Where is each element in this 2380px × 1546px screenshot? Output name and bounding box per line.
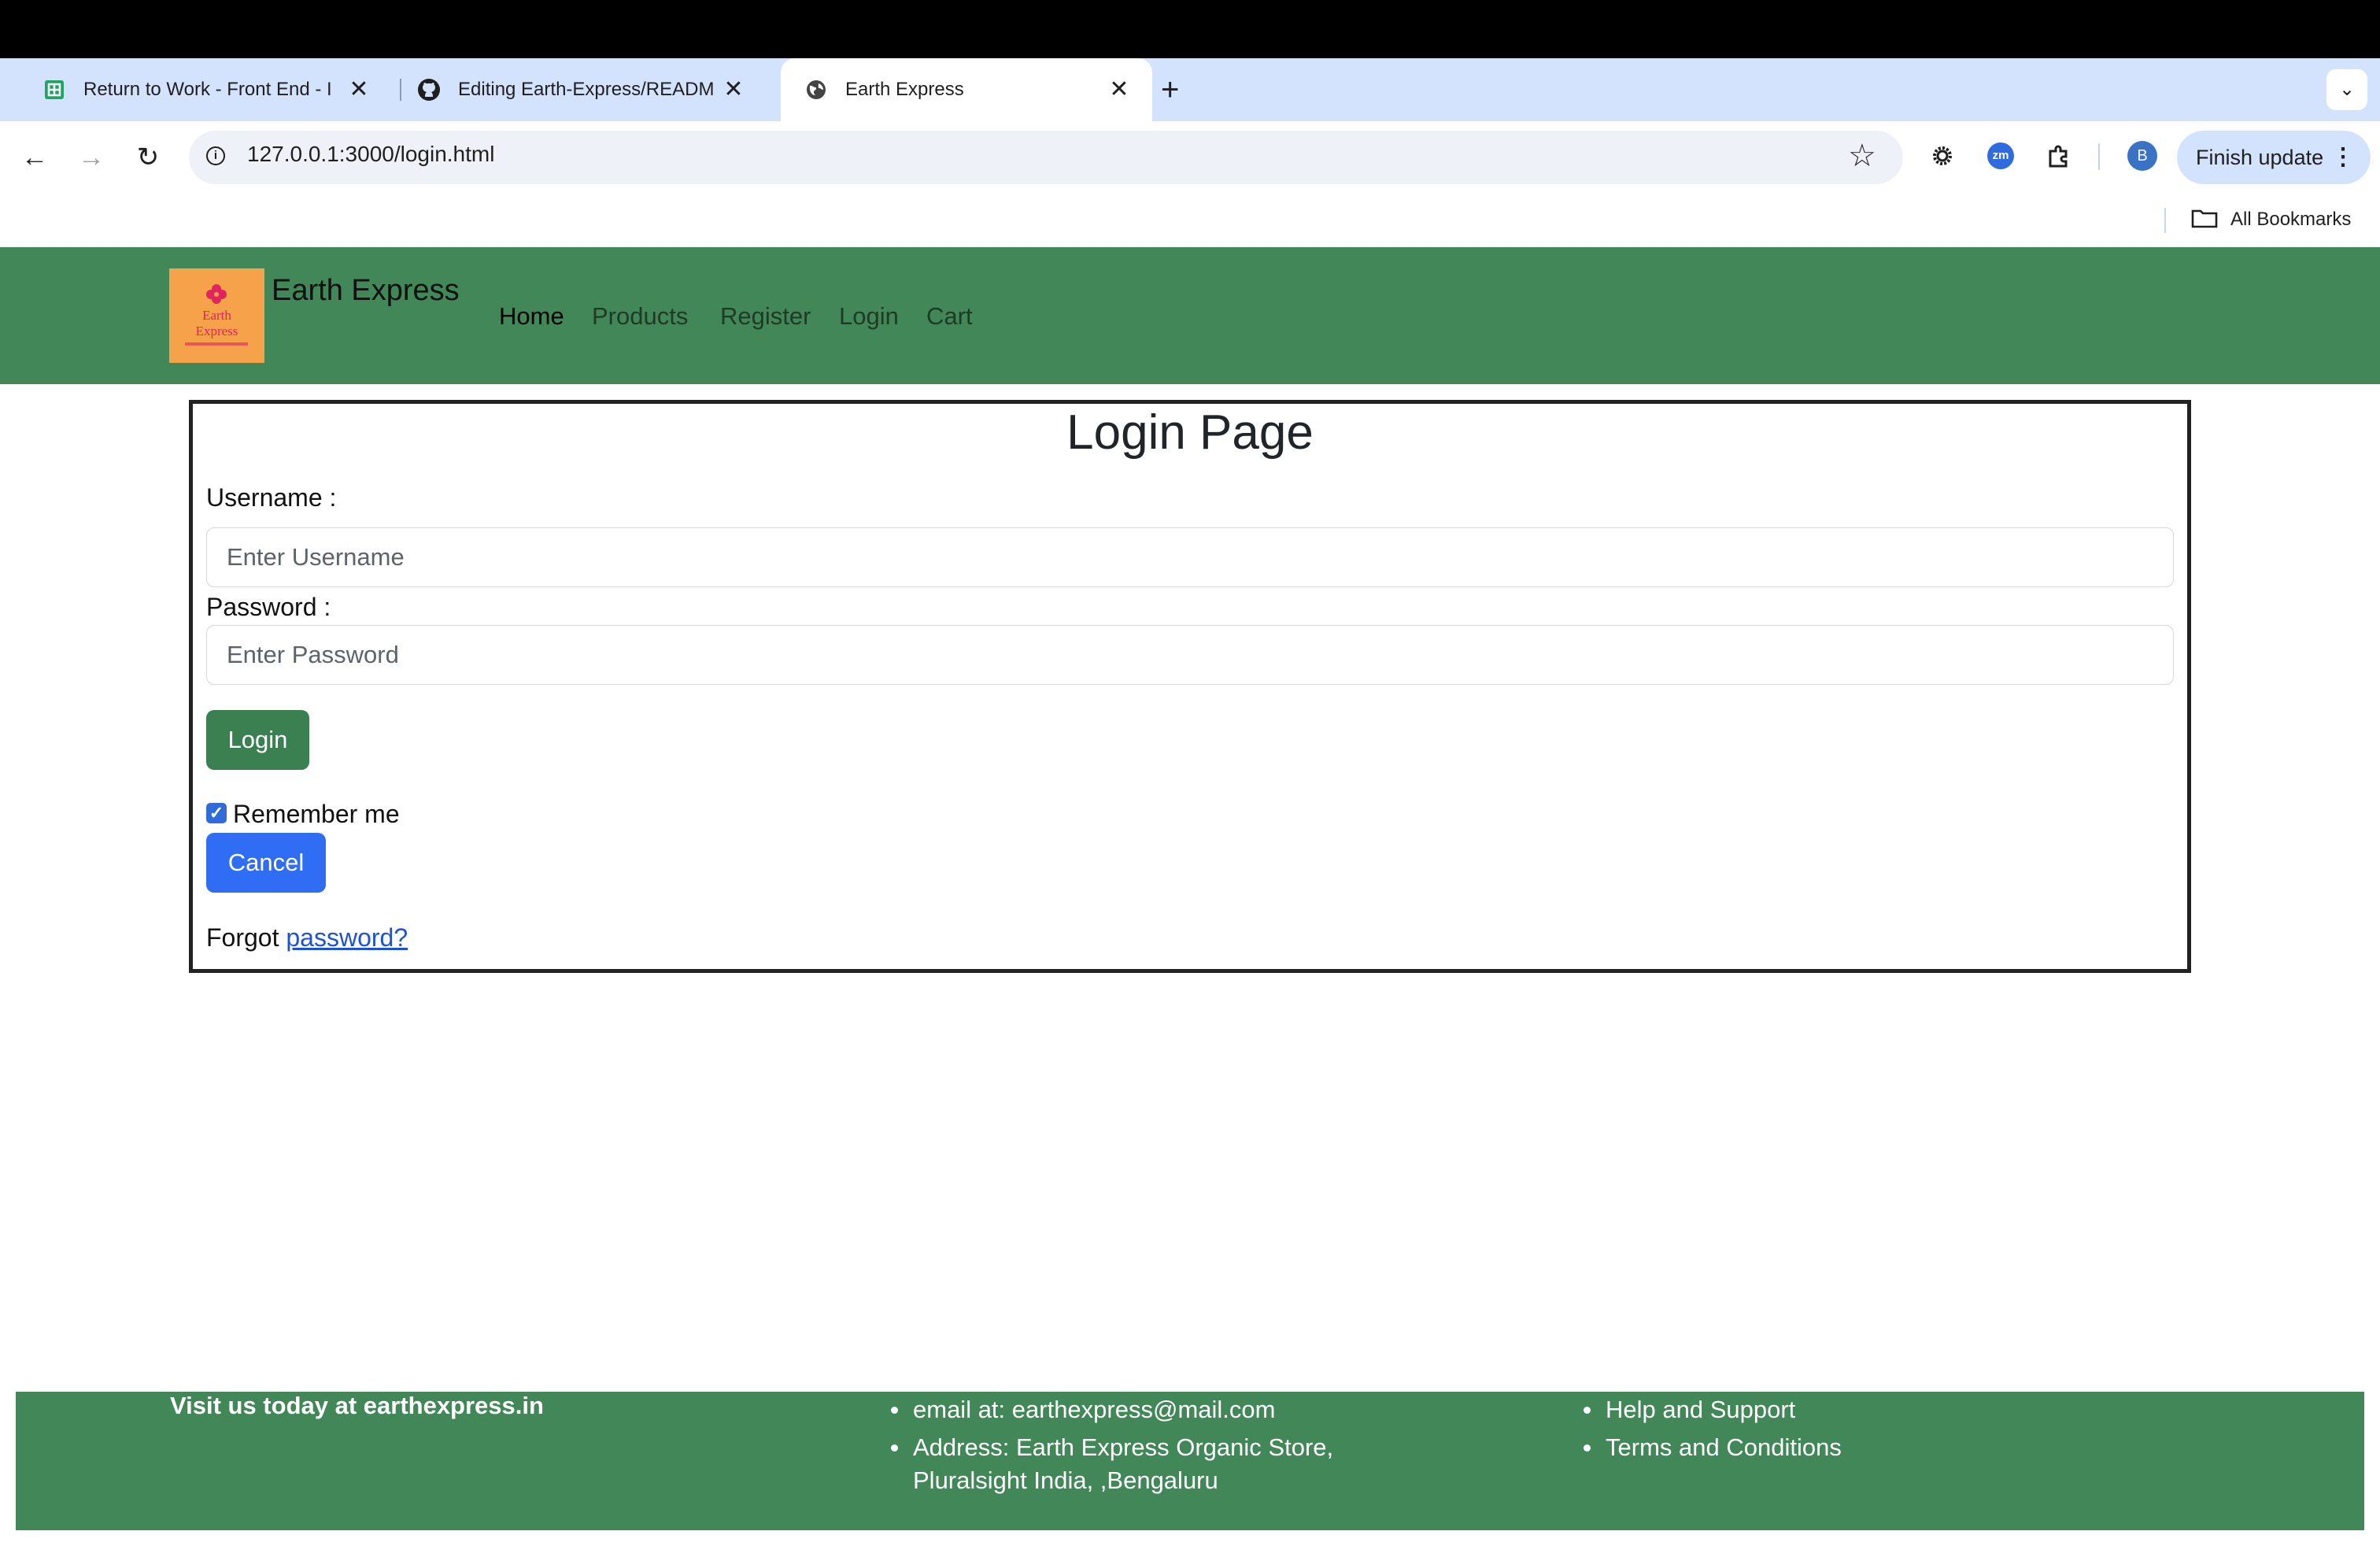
logo-text-line1: Earth bbox=[202, 308, 231, 323]
reload-icon[interactable]: ↻ bbox=[131, 140, 165, 175]
site-info-icon[interactable]: i bbox=[206, 146, 225, 165]
profile-initial: B bbox=[2127, 141, 2157, 171]
forgot-password-line: Forgot password? bbox=[206, 923, 408, 952]
bookmarks-separator bbox=[2164, 208, 2166, 233]
tab-earth-express[interactable]: Earth Express ✕ bbox=[781, 58, 1152, 121]
footer-email: email at: earthexpress@mail.com bbox=[889, 1391, 1333, 1429]
zoom-extension-label: zm bbox=[1987, 142, 2014, 169]
password-label: Password : bbox=[206, 593, 331, 621]
nav-login[interactable]: Login bbox=[839, 302, 899, 331]
window-top-bar bbox=[0, 0, 2380, 58]
footer-address: Address: Earth Express Organic Store, bbox=[889, 1429, 1333, 1466]
remember-me-label[interactable]: Remember me bbox=[233, 800, 400, 829]
tab-strip: Return to Work - Front End - I ✕ Editing… bbox=[0, 58, 2380, 121]
nav-home[interactable]: Home bbox=[499, 302, 564, 331]
globe-icon bbox=[804, 78, 828, 102]
password-input[interactable] bbox=[206, 625, 2174, 685]
logo-text-line2: Express bbox=[195, 324, 238, 338]
github-icon bbox=[417, 78, 441, 102]
tab-title: Return to Work - Front End - I bbox=[83, 79, 332, 100]
brand-logo[interactable]: Earth Express bbox=[169, 268, 264, 363]
footer-contact-list: email at: earthexpress@mail.com Address:… bbox=[889, 1391, 1333, 1466]
forgot-password-link[interactable]: password? bbox=[286, 923, 408, 952]
brand-name[interactable]: Earth Express bbox=[272, 274, 460, 308]
new-tab-plus-icon[interactable]: + bbox=[1161, 74, 1179, 105]
forward-arrow-icon[interactable]: → bbox=[74, 140, 109, 175]
username-input[interactable] bbox=[206, 527, 2174, 587]
tab-editing-readme[interactable]: Editing Earth-Express/READM ✕ bbox=[394, 58, 767, 121]
login-card bbox=[189, 400, 2191, 973]
footer-help-support-link[interactable]: Help and Support bbox=[1582, 1391, 1842, 1429]
tab-search-chevron-icon[interactable]: ⌄ bbox=[2326, 69, 2367, 110]
footer-visit-text: Visit us today at earthexpress.in bbox=[170, 1392, 544, 1419]
finish-update-button[interactable]: Finish update ⋮ bbox=[2177, 131, 2371, 184]
sheets-icon bbox=[42, 78, 66, 102]
footer-links-list: Help and Support Terms and Conditions bbox=[1582, 1391, 1842, 1466]
site-navbar bbox=[0, 247, 2380, 384]
tab-return-to-work[interactable]: Return to Work - Front End - I ✕ bbox=[19, 58, 392, 121]
footer-address-line2: Pluralsight India, ,Bengaluru bbox=[913, 1466, 1218, 1494]
bookmarks-bar bbox=[0, 192, 2380, 247]
nav-products[interactable]: Products bbox=[592, 302, 688, 331]
remember-me-checkbox[interactable]: ✓ bbox=[206, 803, 227, 823]
bookmark-star-icon[interactable]: ☆ bbox=[1848, 139, 1876, 173]
extension-gear-icon[interactable] bbox=[1927, 140, 1958, 172]
close-icon[interactable]: ✕ bbox=[346, 77, 371, 102]
nav-register[interactable]: Register bbox=[720, 302, 811, 331]
logo-tagline-mark bbox=[185, 342, 248, 346]
tab-title: Earth Express bbox=[845, 79, 964, 100]
footer-terms-link[interactable]: Terms and Conditions bbox=[1582, 1429, 1842, 1466]
login-button[interactable]: Login bbox=[206, 710, 309, 770]
all-bookmarks-link[interactable]: All Bookmarks bbox=[2230, 209, 2351, 231]
cancel-button[interactable]: Cancel bbox=[206, 833, 326, 893]
close-icon[interactable]: ✕ bbox=[721, 77, 746, 102]
nav-cart[interactable]: Cart bbox=[926, 302, 973, 331]
toolbar-separator bbox=[2098, 143, 2100, 170]
back-arrow-icon[interactable]: ← bbox=[17, 140, 52, 175]
finish-update-label: Finish update bbox=[2196, 146, 2324, 169]
puzzle-extensions-icon[interactable] bbox=[2043, 140, 2075, 172]
forgot-text: Forgot bbox=[206, 923, 279, 952]
zoom-extension-icon[interactable]: zm bbox=[1985, 140, 2016, 172]
username-label: Username : bbox=[206, 483, 337, 512]
more-vert-icon[interactable]: ⋮ bbox=[2331, 131, 2355, 184]
page-title: Login Page bbox=[1066, 405, 1314, 460]
profile-avatar[interactable]: B bbox=[2127, 140, 2158, 172]
flower-icon bbox=[205, 283, 228, 306]
tab-title: Editing Earth-Express/READM bbox=[458, 79, 714, 100]
folder-icon[interactable] bbox=[2191, 208, 2218, 228]
close-icon[interactable]: ✕ bbox=[1107, 77, 1132, 102]
url-text[interactable]: 127.0.0.1:3000/login.html bbox=[247, 142, 494, 167]
